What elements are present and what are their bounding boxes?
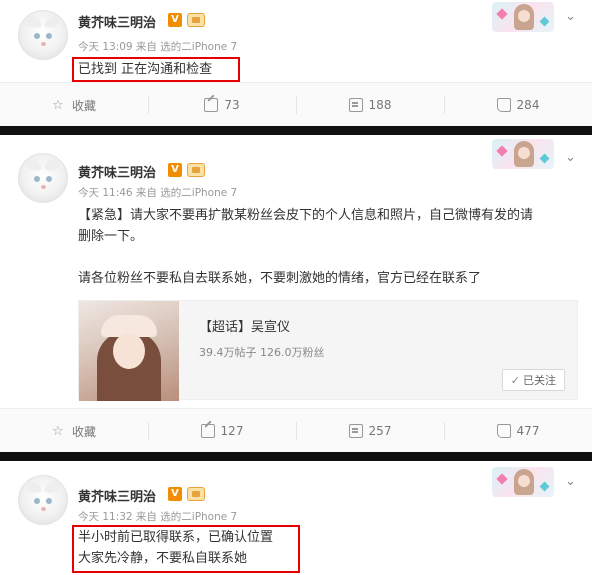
card-decoration-icon [492,2,554,32]
thumbs-up-icon [496,98,511,112]
post-meta: 今天 11:46 来自 选的二iPhone 7 [78,187,238,199]
weibo-post-3: 黄芥味三明治 V 今天 11:32 来自 选的二iPhone 7 ⌄ 半小时前已… [0,461,592,575]
comment-count: 188 [368,98,392,112]
author-name[interactable]: 黄芥味三明治 [78,486,156,505]
share-icon [200,424,215,438]
thumbs-up-icon [496,424,511,438]
post-line: 请各位粉丝不要私自去联系她，不要刺激她的情绪，官方已经在联系了 [78,271,482,286]
share-count: 73 [224,98,240,112]
divider [0,452,592,461]
share-button[interactable]: 73 [148,83,296,127]
weibo-post-1: 黄芥味三明治 V 今天 13:09 来自 选的二iPhone 7 ⌄ 已找到 正… [0,0,592,126]
favorite-label: 收藏 [71,424,96,439]
like-button[interactable]: 284 [444,83,592,127]
like-count: 477 [516,424,540,438]
member-level-icon [187,13,205,27]
author-name[interactable]: 黄芥味三明治 [78,12,156,31]
chevron-down-icon[interactable]: ⌄ [565,10,576,23]
post-meta: 今天 13:09 来自 选的二iPhone 7 [78,41,238,53]
divider [0,126,592,135]
verified-badge-icon: V [168,163,182,177]
comment-count: 257 [368,424,392,438]
avatar[interactable] [18,153,68,203]
star-icon: ☆ [51,424,64,439]
member-level-icon [187,163,205,177]
like-button[interactable]: 477 [444,409,592,453]
chevron-down-icon[interactable]: ⌄ [565,151,576,164]
topic-title[interactable]: 【超话】吴宣仪 [199,316,290,335]
comment-button[interactable]: 188 [296,83,444,127]
like-count: 284 [516,98,540,112]
share-icon [204,98,219,112]
highlight-box [72,57,240,82]
verified-badge-icon: V [168,487,182,501]
verified-badge-icon: V [168,13,182,27]
favorite-button[interactable]: ☆ 收藏 [0,83,148,127]
following-button[interactable]: ✓ 已关注 [501,369,565,391]
favorite-button[interactable]: ☆ 收藏 [0,409,148,453]
post-text: 【紧急】请大家不要再扩散某粉丝会皮下的个人信息和照片，自己微博有发的请 删除一下… [78,205,578,289]
action-bar: ☆ 收藏 73 188 284 [0,82,592,126]
topic-cover-image [79,301,179,401]
chevron-down-icon[interactable]: ⌄ [565,475,576,488]
comment-icon [348,424,363,438]
avatar[interactable] [18,475,68,525]
post-line: 【紧急】请大家不要再扩散某粉丝会皮下的个人信息和照片，自己微博有发的请 [78,208,534,223]
favorite-label: 收藏 [71,98,96,113]
highlight-box [72,525,300,573]
comment-button[interactable]: 257 [296,409,444,453]
card-decoration-icon [492,467,554,497]
member-level-icon [187,487,205,501]
author-name[interactable]: 黄芥味三明治 [78,162,156,181]
check-icon: ✓ [510,373,520,387]
avatar[interactable] [18,10,68,60]
post-line: 删除一下。 [78,229,144,244]
star-icon: ☆ [51,98,64,113]
following-label: 已关注 [523,374,556,387]
weibo-post-2: 黄芥味三明治 V 今天 11:46 来自 选的二iPhone 7 ⌄ [0,135,592,455]
post-meta: 今天 11:32 来自 选的二iPhone 7 [78,511,238,523]
topic-card[interactable]: 【超话】吴宣仪 39.4万帖子 126.0万粉丝 ✓ 已关注 [78,300,578,401]
card-decoration-icon [492,139,554,169]
share-count: 127 [220,424,244,438]
topic-stats: 39.4万帖子 126.0万粉丝 [199,346,325,359]
comment-icon [348,98,363,112]
action-bar: ☆ 收藏 127 257 477 [0,408,592,452]
share-button[interactable]: 127 [148,409,296,453]
